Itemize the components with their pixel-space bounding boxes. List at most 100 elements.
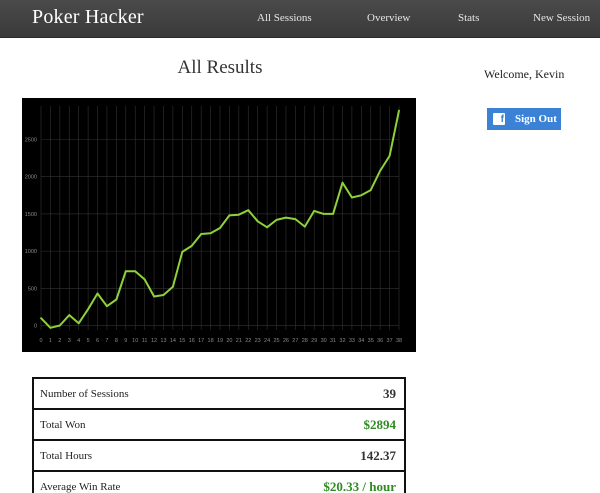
data-point (303, 225, 306, 228)
x-tick-label: 28 (302, 338, 308, 344)
x-tick-label: 30 (321, 338, 327, 344)
data-point (190, 245, 193, 247)
x-tick-label: 32 (339, 338, 345, 344)
data-point (87, 308, 90, 311)
x-tick-label: 18 (208, 338, 214, 344)
x-tick-label: 13 (160, 338, 166, 344)
facebook-icon: f (493, 113, 505, 125)
data-point (228, 214, 231, 217)
stat-row-win-rate: Average Win Rate $20.33 / hour (34, 472, 404, 493)
x-tick-label: 9 (124, 338, 127, 344)
x-tick-label: 12 (151, 338, 157, 344)
stat-row-total-won: Total Won $2894 (34, 410, 404, 441)
y-tick-label: 1500 (25, 212, 37, 218)
x-tick-label: 16 (189, 338, 195, 344)
y-tick-label: 0 (34, 324, 37, 330)
x-tick-label: 6 (96, 338, 99, 344)
data-point (398, 109, 400, 112)
data-point (360, 194, 363, 197)
x-tick-label: 20 (226, 338, 232, 344)
nav-new-session[interactable]: New Session (533, 12, 590, 24)
x-tick-label: 35 (368, 338, 374, 344)
data-point (322, 213, 325, 215)
data-point (275, 218, 278, 221)
x-tick-label: 29 (311, 338, 317, 344)
data-point (285, 216, 287, 219)
data-point (294, 218, 297, 221)
x-tick-label: 26 (283, 338, 289, 344)
stat-row-sessions: Number of Sessions 39 (34, 379, 404, 410)
nav-all-sessions[interactable]: All Sessions (257, 12, 312, 24)
data-point (332, 213, 334, 215)
data-point (77, 322, 80, 325)
stat-label: Number of Sessions (40, 387, 129, 400)
data-point (124, 270, 127, 273)
results-line-chart: 050010001500200025000 1 2 3 4 5 6 7 8 9 10 11 12 13 14… (25, 106, 402, 344)
x-tick-label: 17 (198, 338, 204, 344)
data-point (96, 292, 99, 295)
data-point (40, 317, 42, 319)
stat-label: Total Won (40, 418, 86, 431)
x-tick-label: 15 (179, 338, 185, 344)
x-tick-label: 33 (349, 338, 355, 344)
data-point (134, 270, 137, 273)
data-point (247, 209, 250, 212)
y-tick-label: 500 (28, 286, 37, 292)
x-tick-label: 22 (245, 338, 251, 344)
x-tick-label: 10 (132, 338, 138, 344)
x-tick-label: 36 (377, 338, 383, 344)
stat-label: Average Win Rate (40, 480, 121, 493)
data-point (143, 278, 146, 281)
data-point (115, 298, 118, 301)
top-navbar: Poker Hacker All Sessions Overview Stats… (0, 0, 600, 38)
sign-out-label: Sign Out (515, 113, 557, 125)
x-tick-label: 19 (217, 338, 223, 344)
stat-value: 39 (383, 385, 396, 401)
nav-overview[interactable]: Overview (367, 12, 410, 24)
data-point (200, 233, 203, 235)
stat-label: Total Hours (40, 449, 93, 462)
data-point (162, 294, 165, 296)
nav-stats[interactable]: Stats (458, 12, 479, 24)
stat-value: $20.33 / hour (323, 478, 396, 493)
y-tick-label: 2500 (25, 137, 37, 143)
x-tick-label: 14 (170, 338, 176, 344)
x-tick-label: 21 (236, 338, 242, 344)
x-tick-label: 27 (292, 338, 298, 344)
x-tick-label: 4 (77, 338, 80, 344)
data-point (266, 226, 269, 229)
data-point (219, 227, 221, 229)
x-tick-label: 7 (105, 338, 108, 344)
x-tick-label: 38 (396, 338, 402, 344)
data-point (49, 326, 52, 329)
data-point (388, 154, 391, 157)
x-tick-label: 25 (273, 338, 279, 344)
data-point (379, 169, 382, 172)
data-point (256, 220, 259, 223)
x-tick-label: 34 (358, 338, 364, 344)
y-tick-label: 1000 (25, 249, 37, 255)
page-title: All Results (177, 57, 263, 78)
x-tick-label: 31 (330, 338, 336, 344)
x-tick-label: 8 (115, 338, 118, 344)
data-point (369, 189, 372, 191)
app-brand[interactable]: Poker Hacker (32, 6, 144, 29)
x-tick-label: 37 (387, 338, 393, 344)
data-point (106, 305, 108, 308)
data-point (341, 181, 344, 184)
data-point (313, 210, 316, 212)
x-tick-label: 24 (264, 338, 270, 344)
x-tick-label: 3 (68, 338, 71, 344)
data-point (153, 295, 155, 298)
x-tick-label: 11 (142, 338, 148, 344)
data-point (58, 324, 61, 327)
stats-table: Number of Sessions 39 Total Won $2894 To… (32, 377, 406, 493)
data-point (209, 232, 212, 235)
sign-out-button[interactable]: f Sign Out (487, 108, 561, 130)
x-tick-label: 5 (87, 338, 90, 344)
data-point (68, 314, 71, 317)
x-tick-label: 2 (58, 338, 61, 344)
results-chart: 0 500 1000 1500 2000 2500 0 1 2 3 4 5 6 7 8 9 10 11 12 13 14… (22, 98, 416, 352)
data-point (171, 285, 174, 288)
x-tick-label: 23 (255, 338, 261, 344)
